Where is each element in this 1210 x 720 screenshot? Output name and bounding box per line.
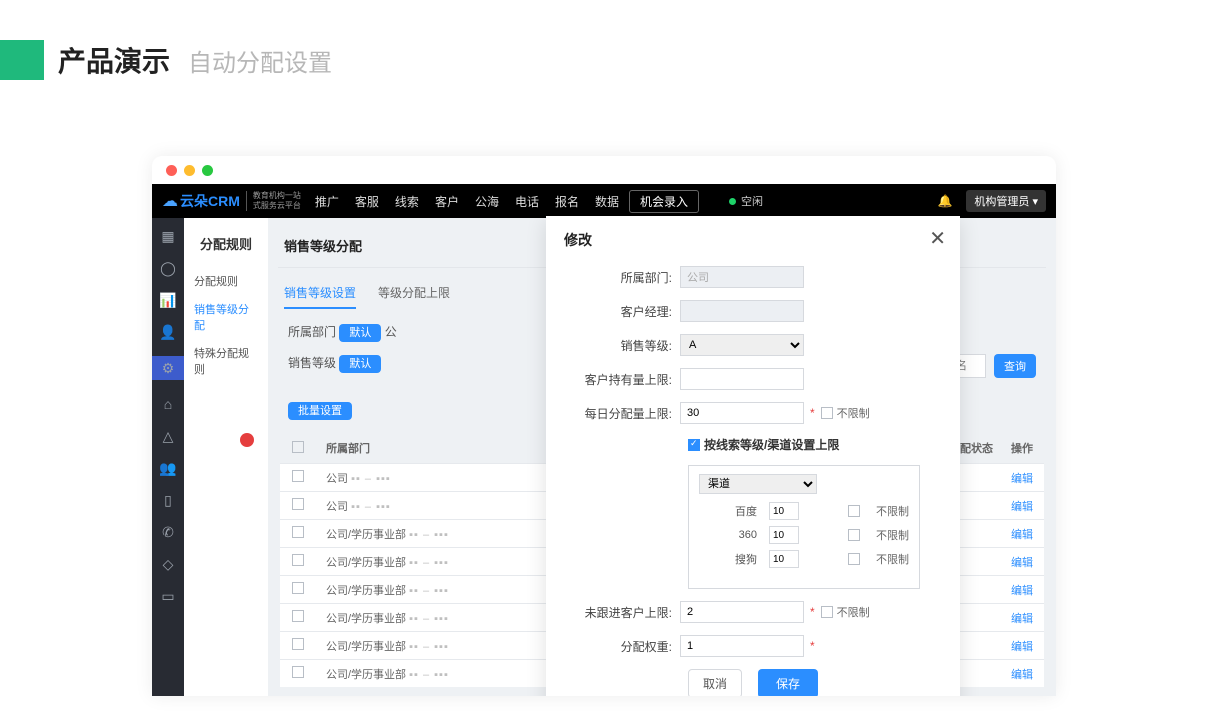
page-title: 产品演示 — [58, 40, 170, 80]
edit-link[interactable]: 编辑 — [1000, 582, 1044, 598]
save-button[interactable]: 保存 — [758, 669, 818, 696]
field-manager — [680, 300, 804, 322]
nolimit-daily[interactable] — [821, 407, 833, 419]
top-nav: 推广 客服 线索 客户 公海 电话 报名 数据 — [315, 193, 619, 210]
field-unfollow[interactable] — [680, 601, 804, 623]
row-check[interactable] — [292, 554, 304, 566]
sub-nav: 分配规则 分配规则 销售等级分配 特殊分配规则 — [184, 218, 268, 696]
edit-link[interactable]: 编辑 — [1000, 526, 1044, 542]
subnav-item-rule[interactable]: 分配规则 — [184, 267, 268, 295]
batch-button[interactable]: 批量设置 — [288, 402, 352, 420]
flag-badge — [240, 433, 254, 447]
edit-link[interactable]: 编辑 — [1000, 666, 1044, 682]
subnav-item-level[interactable]: 销售等级分配 — [184, 295, 268, 339]
nav-data[interactable]: 数据 — [595, 193, 619, 210]
rail-mail-icon[interactable]: ▭ — [160, 588, 176, 604]
field-level[interactable]: A — [680, 334, 804, 356]
cancel-button[interactable]: 取消 — [688, 669, 742, 696]
rail-person-plus-icon[interactable]: 👥 — [160, 460, 176, 476]
main-panel: 销售等级分配 销售等级设置 等级分配上限 所属部门 默认 公 销售等级 默认 批… — [268, 218, 1056, 696]
row-check[interactable] — [292, 666, 304, 678]
subtab-level-settings[interactable]: 销售等级设置 — [284, 278, 356, 309]
edit-modal: 修改 ✕ 所属部门: 客户经理: 销售等级:A 客户持有量上限: 每日分配量上限… — [546, 216, 960, 696]
edit-link[interactable]: 编辑 — [1000, 638, 1044, 654]
edit-link[interactable]: 编辑 — [1000, 498, 1044, 514]
browser-window: ☁ 云朵CRM 教育机构一站式服务云平台 推广 客服 线索 客户 公海 电话 报… — [152, 156, 1056, 696]
rail-shield-icon[interactable]: ◯ — [160, 260, 176, 276]
icon-rail: ▦ ◯ 📊 👤 ⚙ ⌂ △ 👥 ▯ ✆ ◇ ▭ — [152, 218, 184, 696]
row-check[interactable] — [292, 526, 304, 538]
rail-user-icon[interactable]: 👤 — [160, 324, 176, 340]
nav-promo[interactable]: 推广 — [315, 193, 339, 210]
nav-phone[interactable]: 电话 — [515, 193, 539, 210]
nolimit-unfollow June[interactable] — [821, 606, 833, 618]
level-chip[interactable]: 默认 — [339, 355, 381, 373]
by-channel-check[interactable] — [688, 439, 700, 451]
field-weight[interactable] — [680, 635, 804, 657]
tab-main[interactable]: 销售等级分配 — [284, 230, 362, 261]
nav-service[interactable]: 客服 — [355, 193, 379, 210]
close-icon[interactable]: ✕ — [929, 226, 946, 251]
nav-pool[interactable]: 公海 — [475, 193, 499, 210]
edit-link[interactable]: 编辑 — [1000, 554, 1044, 570]
maximize-dot[interactable] — [202, 165, 213, 176]
field-daily-limit[interactable] — [680, 402, 804, 424]
rail-home-icon[interactable]: ▦ — [160, 228, 176, 244]
channel-input[interactable] — [769, 526, 799, 544]
subnav-item-special[interactable]: 特殊分配规则 — [184, 339, 268, 383]
channel-box: 渠道 百度不限制360不限制搜狗不限制 — [688, 465, 920, 589]
channel-nolimit[interactable] — [848, 553, 860, 565]
page-subtitle: 自动分配设置 — [188, 43, 332, 78]
user-menu[interactable]: 机构管理员 ▾ — [966, 190, 1046, 212]
row-check[interactable] — [292, 498, 304, 510]
nav-leads[interactable]: 线索 — [395, 193, 419, 210]
row-check[interactable] — [292, 638, 304, 650]
edit-link[interactable]: 编辑 — [1000, 470, 1044, 486]
minimize-dot[interactable] — [184, 165, 195, 176]
nav-customer[interactable]: 客户 — [435, 193, 459, 210]
rail-triangle-icon[interactable]: △ — [160, 428, 176, 444]
bell-icon[interactable]: 🔔 — [937, 194, 952, 208]
edit-link[interactable]: 编辑 — [1000, 610, 1044, 626]
rail-settings-icon[interactable]: ⚙ — [152, 356, 184, 380]
subtab-level-limit[interactable]: 等级分配上限 — [378, 278, 450, 309]
field-hold-limit[interactable] — [680, 368, 804, 390]
channel-nolimit[interactable] — [848, 505, 860, 517]
channel-nolimit[interactable] — [848, 529, 860, 541]
rail-phone-icon[interactable]: ✆ — [160, 524, 176, 540]
nav-signup[interactable]: 报名 — [555, 193, 579, 210]
subnav-title: 分配规则 — [184, 230, 268, 267]
logo: ☁ 云朵CRM 教育机构一站式服务云平台 — [162, 191, 301, 211]
top-bar: ☁ 云朵CRM 教育机构一站式服务云平台 推广 客服 线索 客户 公海 电话 报… — [152, 184, 1056, 218]
rail-house-icon[interactable]: ⌂ — [160, 396, 176, 412]
rail-tag-icon[interactable]: ◇ — [160, 556, 176, 572]
channel-input[interactable] — [769, 550, 799, 568]
logo-icon: ☁ — [162, 191, 178, 211]
row-check[interactable] — [292, 470, 304, 482]
opportunity-button[interactable]: 机会录入 — [629, 190, 699, 213]
close-dot[interactable] — [166, 165, 177, 176]
rail-chart-icon[interactable]: 📊 — [160, 292, 176, 308]
rail-doc-icon[interactable]: ▯ — [160, 492, 176, 508]
modal-title: 修改 — [564, 230, 942, 250]
channel-select[interactable]: 渠道 — [699, 474, 817, 494]
dept-chip[interactable]: 默认 — [339, 324, 381, 342]
row-check[interactable] — [292, 582, 304, 594]
window-controls — [152, 156, 1056, 184]
status-indicator: 空闲 — [729, 193, 763, 209]
check-all[interactable] — [292, 441, 304, 453]
channel-input[interactable] — [769, 502, 799, 520]
search-button[interactable]: 查询 — [994, 354, 1036, 378]
field-dept — [680, 266, 804, 288]
row-check[interactable] — [292, 610, 304, 622]
header-accent — [0, 40, 44, 80]
